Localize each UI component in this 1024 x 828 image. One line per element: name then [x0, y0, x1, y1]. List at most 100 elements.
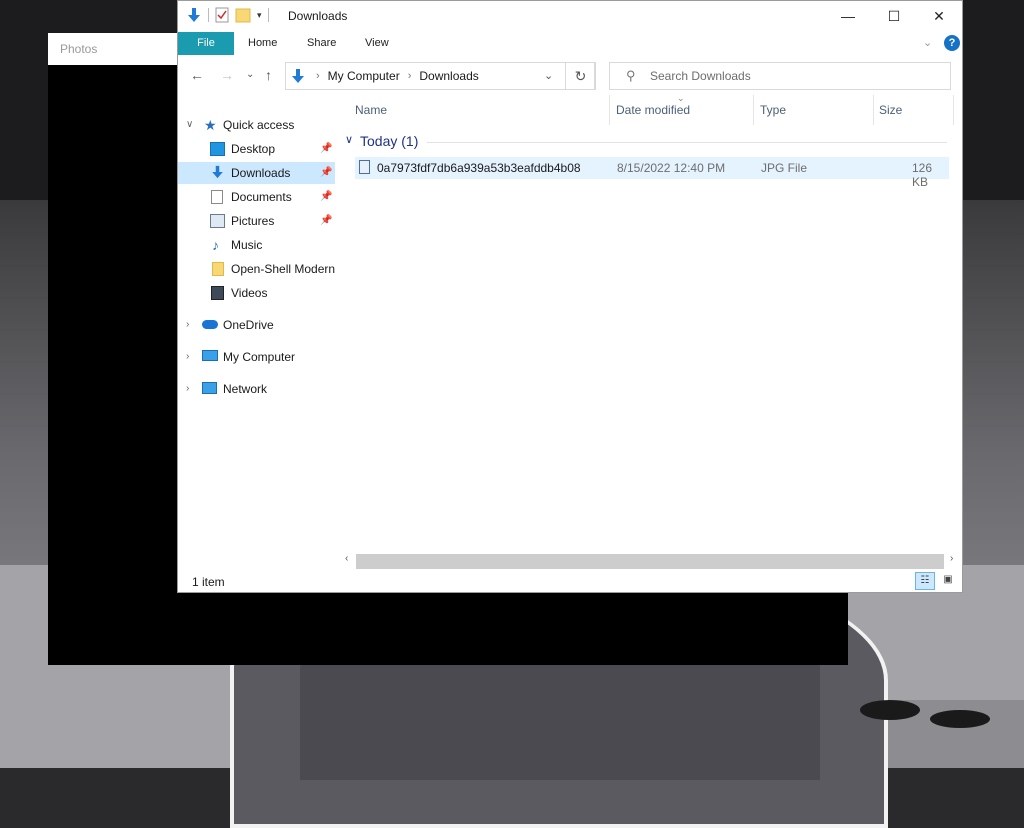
- pin-icon[interactable]: 📌: [320, 186, 332, 208]
- file-name[interactable]: 0a7973fdf7db6a939a53b3eafddb4b08: [377, 161, 581, 175]
- computer-icon: [202, 350, 218, 361]
- breadcrumb-downloads[interactable]: Downloads: [419, 69, 478, 83]
- minimize-button[interactable]: —: [825, 1, 871, 32]
- close-button[interactable]: ✕: [916, 1, 962, 32]
- refresh-button[interactable]: ↻: [565, 62, 596, 90]
- chevron-right-icon[interactable]: ›: [186, 346, 189, 368]
- maximize-button[interactable]: ☐: [871, 1, 917, 32]
- videos-icon: [211, 286, 224, 300]
- address-dropdown-icon[interactable]: ⌄: [544, 69, 553, 82]
- tab-share[interactable]: Share: [307, 32, 336, 55]
- item-count: 1 item: [192, 575, 225, 589]
- forward-arrow-icon[interactable]: →: [220, 67, 234, 83]
- properties-icon[interactable]: [215, 7, 229, 23]
- pin-icon[interactable]: 📌: [320, 162, 332, 184]
- nav-item-videos[interactable]: Videos: [178, 282, 335, 304]
- collapse-group-icon[interactable]: ∨: [345, 133, 353, 146]
- search-icon: ⚲: [626, 68, 636, 83]
- nav-onedrive[interactable]: › OneDrive: [178, 314, 335, 336]
- address-bar[interactable]: › My Computer › Downloads ⌄: [285, 62, 595, 90]
- quick-access-toolbar: ▾: [186, 7, 269, 23]
- nav-label: Open-Shell Modern: [231, 262, 335, 276]
- file-date: 8/15/2022 12:40 PM: [617, 161, 726, 175]
- chevron-right-icon[interactable]: ›: [186, 314, 189, 336]
- large-icons-view-icon[interactable]: ▣: [938, 572, 958, 590]
- scroll-right-icon[interactable]: ›: [950, 553, 953, 564]
- table-row[interactable]: 0a7973fdf7db6a939a53b3eafddb4b08 8/15/20…: [355, 157, 949, 189]
- search-box[interactable]: ⚲ Search Downloads: [609, 62, 951, 90]
- pin-icon[interactable]: 📌: [320, 210, 332, 232]
- column-divider[interactable]: [753, 95, 754, 125]
- search-input[interactable]: Search Downloads: [650, 69, 751, 83]
- nav-item-documents[interactable]: Documents 📌: [178, 186, 335, 208]
- nav-item-pictures[interactable]: Pictures 📌: [178, 210, 335, 232]
- tab-view[interactable]: View: [365, 32, 389, 55]
- tab-file[interactable]: File: [178, 32, 234, 55]
- help-icon[interactable]: ?: [944, 35, 960, 51]
- file-explorer-window[interactable]: ▾ Downloads — ☐ ✕ File Home Share View ⌄…: [177, 0, 963, 593]
- chevron-right-icon[interactable]: ›: [186, 378, 189, 400]
- downloads-icon: [292, 69, 304, 83]
- window-title: Downloads: [288, 9, 348, 23]
- jpg-file-icon: [359, 160, 370, 174]
- column-header-type[interactable]: Type: [760, 103, 786, 117]
- star-icon: ★: [204, 117, 217, 133]
- ribbon-tabs: File Home Share View ⌄ ?: [178, 32, 962, 55]
- pin-icon[interactable]: 📌: [320, 138, 332, 160]
- details-view-icon[interactable]: ☷: [915, 572, 935, 590]
- title-bar[interactable]: ▾ Downloads — ☐ ✕: [178, 1, 962, 32]
- nav-item-desktop[interactable]: Desktop 📌: [178, 138, 335, 160]
- column-divider[interactable]: [609, 95, 610, 125]
- nav-network[interactable]: › Network: [178, 378, 335, 400]
- nav-label: OneDrive: [223, 318, 274, 332]
- nav-label: Pictures: [231, 214, 275, 228]
- nav-label: My Computer: [223, 350, 296, 364]
- customize-toolbar-icon[interactable]: ▾: [257, 10, 262, 21]
- back-arrow-icon[interactable]: ←: [190, 67, 204, 83]
- nav-quick-access[interactable]: ∨ ★ Quick access: [178, 114, 335, 136]
- chevron-right-icon[interactable]: ›: [408, 70, 412, 82]
- scrollbar-thumb[interactable]: [356, 554, 944, 569]
- horizontal-scrollbar[interactable]: ‹ ›: [341, 553, 962, 570]
- file-type: JPG File: [761, 161, 808, 175]
- new-folder-icon[interactable]: [235, 7, 251, 23]
- column-header-name[interactable]: Name: [355, 103, 387, 117]
- nav-my-computer[interactable]: › My Computer: [178, 346, 335, 368]
- column-header-size[interactable]: Size: [879, 103, 902, 117]
- chevron-right-icon[interactable]: ›: [316, 70, 320, 82]
- nav-label: Music: [231, 238, 263, 252]
- music-icon: ♪: [212, 237, 219, 253]
- downloads-icon: [212, 165, 223, 179]
- nav-item-open-shell[interactable]: Open-Shell Modern: [178, 258, 335, 280]
- onedrive-cloud-icon: [202, 320, 218, 329]
- status-bar: 1 item ☷ ▣: [178, 571, 962, 592]
- nav-item-music[interactable]: ♪ Music: [178, 234, 335, 256]
- wallpaper-splash: [860, 700, 920, 720]
- network-icon: [202, 382, 217, 394]
- desktop-icon: [210, 142, 225, 156]
- toolbar-separator: [208, 8, 209, 22]
- download-arrow-icon[interactable]: [186, 7, 202, 23]
- wallpaper-splash: [930, 710, 990, 728]
- nav-label: Network: [223, 382, 268, 396]
- nav-label: Quick access: [223, 118, 295, 132]
- toolbar-separator: [267, 8, 269, 22]
- chevron-down-icon[interactable]: ∨: [186, 114, 193, 136]
- recent-locations-icon[interactable]: ⌄: [246, 69, 254, 80]
- nav-label: Desktop: [231, 142, 276, 156]
- column-divider[interactable]: [873, 95, 874, 125]
- breadcrumb-my-computer[interactable]: My Computer: [328, 69, 400, 83]
- nav-item-downloads[interactable]: Downloads 📌: [178, 162, 335, 184]
- nav-label: Videos: [231, 286, 268, 300]
- up-arrow-icon[interactable]: ↑: [265, 67, 272, 83]
- breadcrumb: › My Computer › Downloads: [316, 69, 479, 83]
- nav-label: Downloads: [231, 166, 291, 180]
- scroll-left-icon[interactable]: ‹: [345, 553, 348, 564]
- column-divider[interactable]: [953, 95, 954, 125]
- expand-ribbon-icon[interactable]: ⌄: [923, 36, 932, 49]
- tab-home[interactable]: Home: [248, 32, 277, 55]
- documents-icon: [211, 190, 223, 204]
- group-divider: [427, 142, 947, 143]
- column-header-date[interactable]: Date modified: [616, 103, 690, 117]
- group-header[interactable]: Today (1): [360, 133, 418, 149]
